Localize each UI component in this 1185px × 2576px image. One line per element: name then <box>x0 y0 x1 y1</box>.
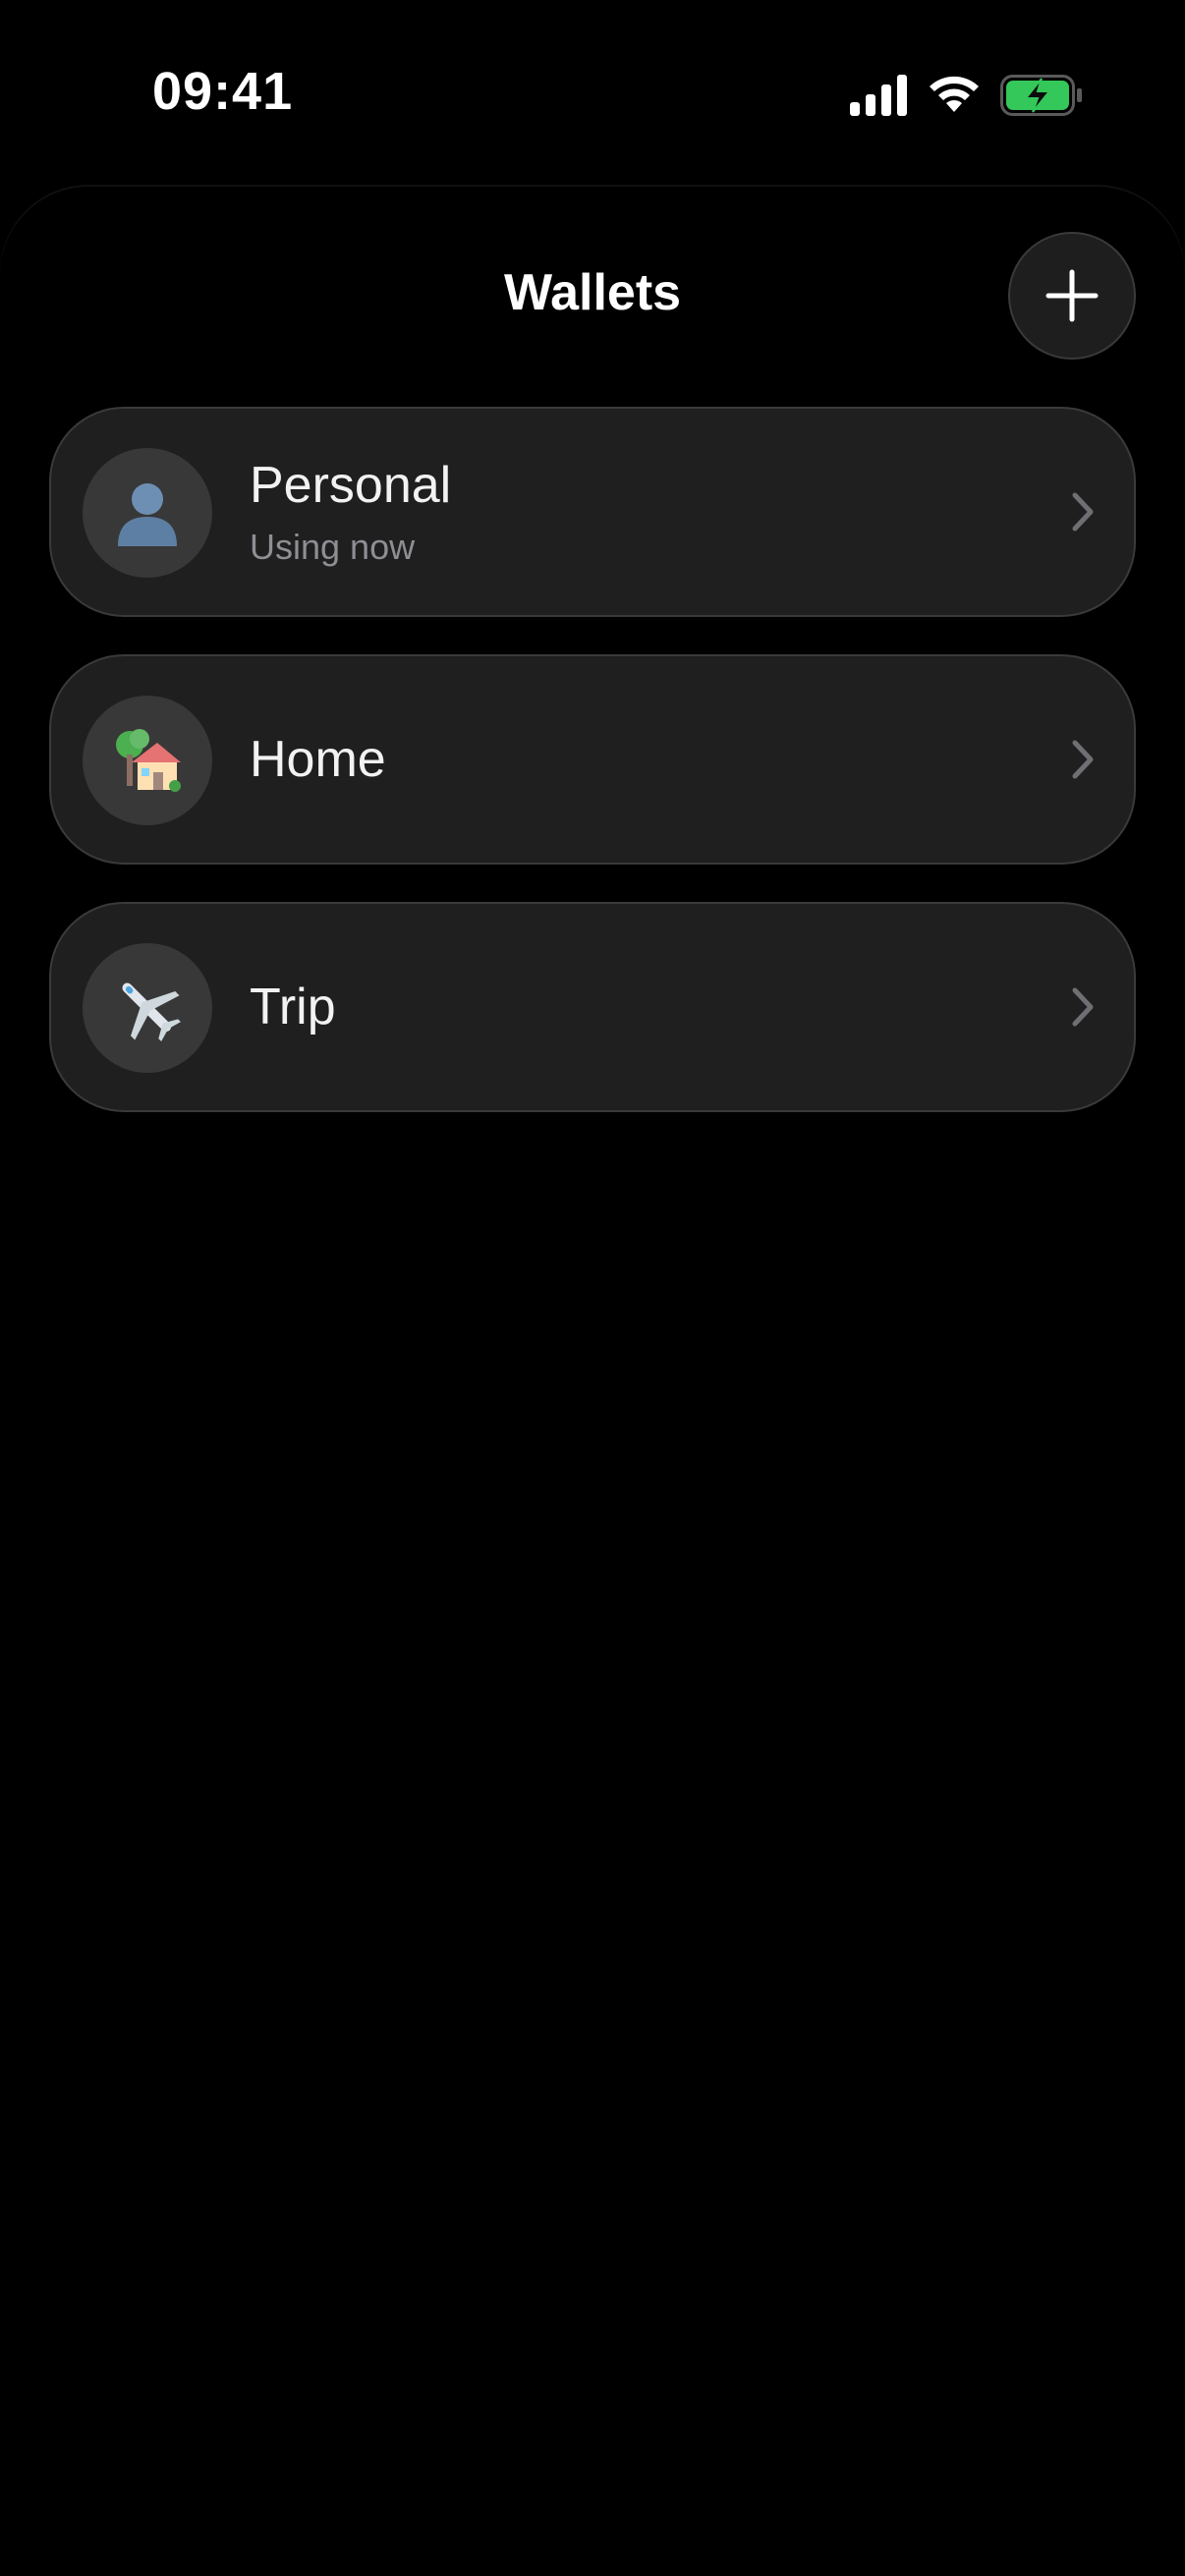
plus-icon <box>1045 269 1099 322</box>
person-silhouette-icon <box>118 483 177 546</box>
wallet-row-personal[interactable]: Personal Using now <box>49 407 1136 617</box>
house-with-tree-icon <box>116 729 181 792</box>
chevron-right-icon <box>1072 740 1094 779</box>
wallet-avatar <box>83 696 212 825</box>
wallets-screen: 09:41 Wallets Personal Using now Home Tr… <box>0 0 1185 2576</box>
wallet-status: Using now <box>250 527 416 567</box>
wallet-avatar <box>83 448 212 578</box>
status-bar: 09:41 <box>0 0 1185 196</box>
wallet-row-home[interactable]: Home <box>49 654 1136 865</box>
wallet-text: Home <box>250 656 386 863</box>
wallet-text: Trip <box>250 904 336 1110</box>
wallet-text: Personal Using now <box>250 409 451 615</box>
chevron-right-icon <box>1072 987 1094 1027</box>
status-time: 09:41 <box>152 62 294 121</box>
wallet-row-trip[interactable]: Trip <box>49 902 1136 1112</box>
cellular-signal-icon <box>850 75 907 116</box>
wallet-avatar <box>83 943 212 1073</box>
wallet-name: Personal <box>250 457 452 514</box>
battery-charging-icon <box>1000 75 1082 116</box>
wallet-name: Home <box>250 731 386 788</box>
wifi-icon <box>930 76 979 112</box>
wallet-list: Personal Using now Home Trip <box>49 407 1136 1149</box>
add-wallet-button[interactable] <box>1008 232 1136 360</box>
airplane-icon <box>122 982 181 1041</box>
chevron-right-icon <box>1072 492 1094 532</box>
wallet-name: Trip <box>250 979 336 1036</box>
